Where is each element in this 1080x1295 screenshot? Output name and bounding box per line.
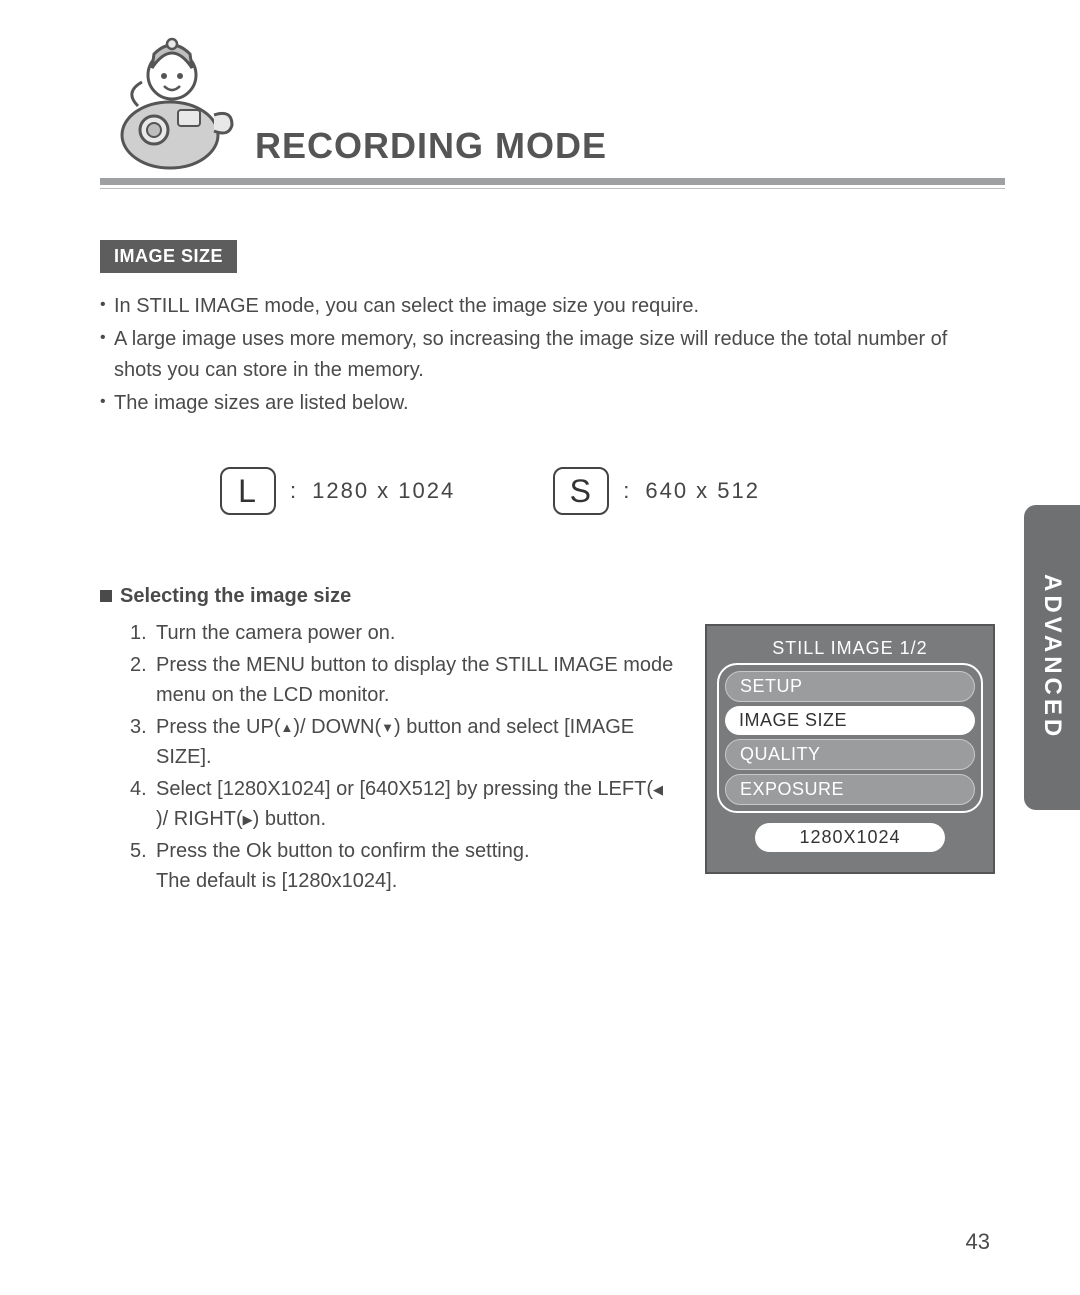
section-tab-advanced: ADVANCED xyxy=(1024,505,1080,810)
lcd-menu-item: QUALITY xyxy=(725,739,975,770)
divider-thin xyxy=(100,188,1005,189)
step-text: Select [1280X1024] or [640X512] by press… xyxy=(156,774,675,834)
bullet-text: The image sizes are listed below. xyxy=(114,388,995,419)
section-label: IMAGE SIZE xyxy=(100,240,237,273)
page-header: RECORDING MODE xyxy=(100,20,995,185)
colon: : xyxy=(623,478,631,504)
left-triangle-icon: ◀ xyxy=(653,780,663,800)
step-text: Turn the camera power on. xyxy=(156,618,395,648)
intro-bullets: •In STILL IMAGE mode, you can select the… xyxy=(100,291,995,419)
step-text: Press the MENU button to display the STI… xyxy=(156,650,675,710)
lcd-current-value: 1280X1024 xyxy=(755,823,945,852)
lcd-menu-item-selected: IMAGE SIZE xyxy=(725,706,975,735)
bullet-text: In STILL IMAGE mode, you can select the … xyxy=(114,291,995,322)
bullet-text: A large image uses more memory, so incre… xyxy=(114,324,995,386)
lcd-title: STILL IMAGE 1/2 xyxy=(717,636,983,663)
size-small-value: 640 x 512 xyxy=(645,478,760,504)
square-bullet-icon xyxy=(100,590,112,602)
steps-list: 1.Turn the camera power on. 2.Press the … xyxy=(100,618,675,898)
page-number: 43 xyxy=(966,1229,990,1255)
page-title: RECORDING MODE xyxy=(255,125,607,167)
right-triangle-icon: ▶ xyxy=(243,810,253,830)
subheading: Selecting the image size xyxy=(100,585,995,608)
divider-thick xyxy=(100,178,1005,185)
down-triangle-icon: ▼ xyxy=(381,718,394,738)
up-triangle-icon: ▲ xyxy=(280,718,293,738)
size-box-small: S xyxy=(553,467,609,515)
colon: : xyxy=(290,478,298,504)
image-size-legend: L : 1280 x 1024 S : 640 x 512 xyxy=(100,467,995,515)
lcd-screenshot: STILL IMAGE 1/2 SETUP IMAGE SIZE QUALITY… xyxy=(705,624,995,874)
size-box-large: L xyxy=(220,467,276,515)
lcd-menu-item: SETUP xyxy=(725,671,975,702)
size-large-value: 1280 x 1024 xyxy=(312,478,455,504)
mascot-illustration xyxy=(110,20,240,170)
step-text: Press the Ok button to confirm the setti… xyxy=(156,836,530,896)
lcd-menu: SETUP IMAGE SIZE QUALITY EXPOSURE xyxy=(717,663,983,813)
step-text: Press the UP(▲)/ DOWN(▼) button and sele… xyxy=(156,712,675,772)
lcd-menu-item: EXPOSURE xyxy=(725,774,975,805)
